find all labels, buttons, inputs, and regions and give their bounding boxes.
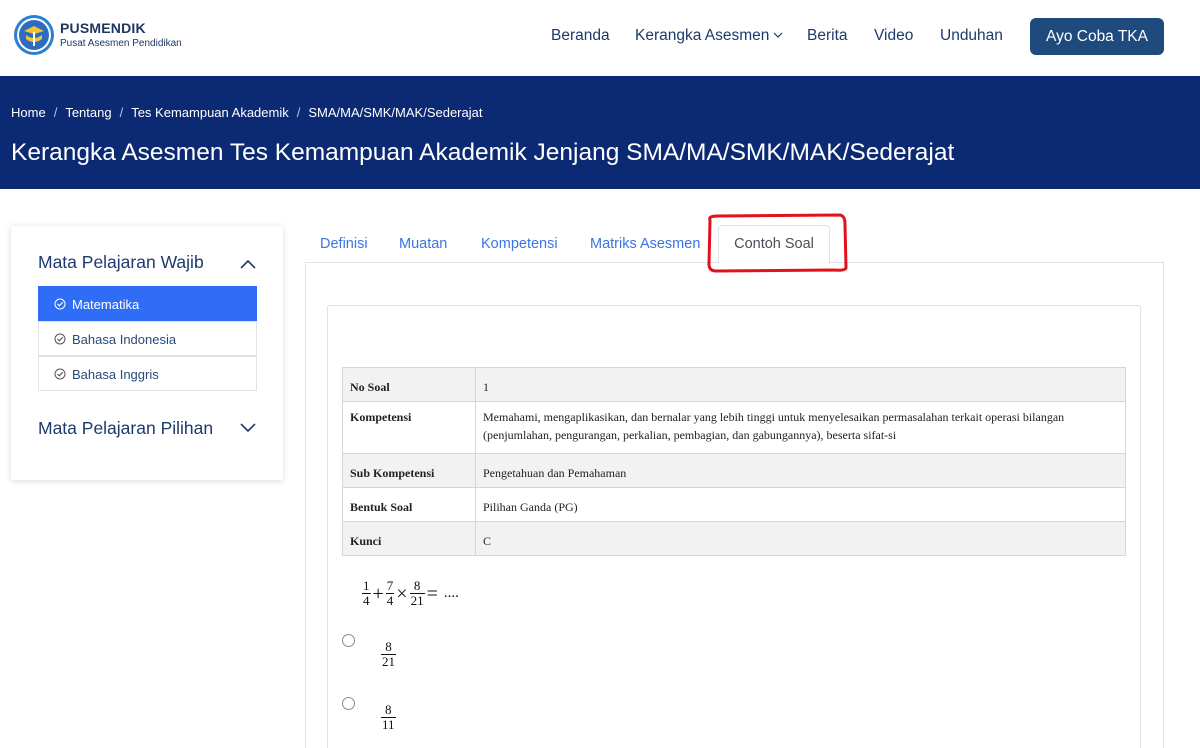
wajib-section-toggle[interactable]: Mata Pelajaran Wajib <box>38 251 204 273</box>
row-key: Kompetensi <box>342 401 476 454</box>
row-value: C <box>475 521 1126 556</box>
nav-kerangka-asesmen[interactable]: Kerangka Asesmen <box>635 26 783 46</box>
subject-bahasa-indonesia[interactable]: Bahasa Indonesia <box>38 321 257 356</box>
breadcrumb-separator: / <box>119 105 124 120</box>
math-operator: + <box>372 582 384 605</box>
tab-definisi[interactable]: Definisi <box>320 235 368 253</box>
tab-matriks-asesmen[interactable]: Matriks Asesmen <box>590 235 700 253</box>
question-info-table: No Soal 1 Kompetensi Memahami, mengaplik… <box>342 367 1126 556</box>
breadcrumb: Home / Tentang / Tes Kemampuan Akademik / SMA/… <box>11 105 482 121</box>
fraction: 14 <box>362 578 371 608</box>
answer-option-b: 8 11 <box>381 703 396 732</box>
row-key: Bentuk Soal <box>342 487 476 522</box>
answer-option-a: 8 21 <box>381 640 396 669</box>
table-row: Kunci C <box>342 521 1126 556</box>
page-title: Kerangka Asesmen Tes Kemampuan Akademik … <box>11 139 955 166</box>
breadcrumb-tka[interactable]: Tes Kemampuan Akademik <box>131 105 289 120</box>
answer-option-radio[interactable] <box>342 697 355 710</box>
breadcrumb-separator: / <box>296 105 301 120</box>
subject-matematika[interactable]: Matematika <box>38 286 257 321</box>
top-navbar: PUSMENDIK Pusat Asesmen Pendidikan Beran… <box>0 0 1200 76</box>
check-circle-icon <box>54 333 66 345</box>
answer-option-radio[interactable] <box>342 634 355 647</box>
tab-muatan[interactable]: Muatan <box>399 235 447 253</box>
ayo-coba-tka-button[interactable]: Ayo Coba TKA <box>1030 18 1164 55</box>
chevron-up-icon[interactable] <box>240 259 256 269</box>
brand-subtitle: Pusat Asesmen Pendidikan <box>60 38 182 49</box>
row-value: Pilihan Ganda (PG) <box>475 487 1126 522</box>
fraction: 74 <box>385 578 395 608</box>
table-row: Kompetensi Memahami, mengaplikasikan, da… <box>342 401 1126 454</box>
tut-wuri-handayani-logo <box>14 15 54 55</box>
nav-unduhan[interactable]: Unduhan <box>940 26 1003 46</box>
fraction: 8 11 <box>381 702 396 732</box>
math-operator: × <box>396 582 408 605</box>
nav-beranda[interactable]: Beranda <box>551 26 610 46</box>
row-value: Pengetahuan dan Pemahaman <box>475 453 1126 488</box>
check-circle-icon <box>54 368 66 380</box>
question-expression: 1 4 +7 4 × 8 21 =.... <box>362 579 459 608</box>
fraction: 8 21 <box>381 639 396 669</box>
subject-bahasa-inggris[interactable]: Bahasa Inggris <box>38 356 257 391</box>
subject-label: Matematika <box>72 297 140 312</box>
math-operator: = <box>426 582 438 605</box>
row-key: Kunci <box>342 521 476 556</box>
subject-label: Bahasa Inggris <box>72 367 159 382</box>
math-ellipsis: .... <box>443 585 459 601</box>
nav-kerangka-asesmen-label: Kerangka Asesmen <box>635 27 770 44</box>
fraction: 8 21 <box>409 578 425 608</box>
tab-kompetensi[interactable]: Kompetensi <box>481 235 558 253</box>
subject-label: Bahasa Indonesia <box>72 332 177 347</box>
breadcrumb-current: SMA/MA/SMK/MAK/Sederajat <box>308 105 483 120</box>
breadcrumb-home[interactable]: Home <box>11 105 46 120</box>
breadcrumb-separator: / <box>53 105 58 120</box>
nav-berita[interactable]: Berita <box>807 26 848 46</box>
annotation-highlight <box>707 213 848 273</box>
brand[interactable]: PUSMENDIK Pusat Asesmen Pendidikan <box>13 14 182 56</box>
row-value: 1 <box>475 367 1126 402</box>
breadcrumb-tentang[interactable]: Tentang <box>65 105 111 120</box>
page-header: Home / Tentang / Tes Kemampuan Akademik / SMA/… <box>0 76 1200 189</box>
table-row: Sub Kompetensi Pengetahuan dan Pemahaman <box>342 453 1126 488</box>
pilihan-section-toggle[interactable]: Mata Pelajaran Pilihan <box>38 417 213 439</box>
table-row: No Soal 1 <box>342 367 1126 402</box>
row-value: Memahami, mengaplikasikan, dan bernalar … <box>475 401 1126 454</box>
chevron-down-icon <box>773 32 783 38</box>
chevron-down-icon[interactable] <box>240 423 256 433</box>
brand-name: PUSMENDIK <box>60 20 146 36</box>
table-row: Bentuk Soal Pilihan Ganda (PG) <box>342 487 1126 522</box>
subject-sidebar: Mata Pelajaran Wajib Matematika Bahasa I… <box>11 226 283 480</box>
row-key: No Soal <box>342 367 476 402</box>
row-key: Sub Kompetensi <box>342 453 476 488</box>
nav-video[interactable]: Video <box>874 26 913 46</box>
check-circle-icon <box>54 298 66 310</box>
